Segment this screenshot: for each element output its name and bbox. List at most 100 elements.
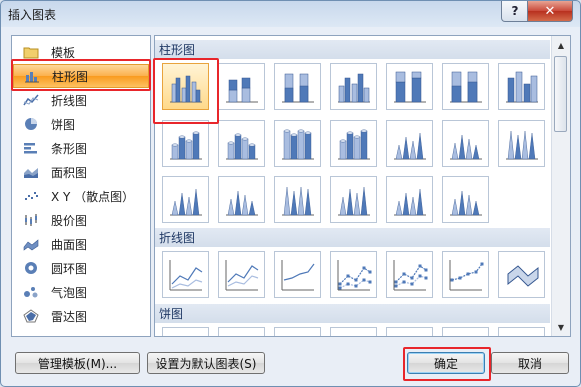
doughnut-chart-icon bbox=[21, 260, 41, 276]
chart-thumbnail-icon bbox=[337, 129, 370, 159]
chart-subtype-thumbnail[interactable] bbox=[330, 327, 377, 336]
category-item[interactable]: 模板 bbox=[13, 40, 149, 64]
pie-chart-icon bbox=[21, 116, 41, 132]
cancel-button[interactable]: 取消 bbox=[491, 352, 569, 374]
chart-thumbnail-icon bbox=[164, 330, 208, 338]
chart-thumbnail-icon bbox=[449, 259, 483, 290]
scrollbar-thumb[interactable] bbox=[554, 56, 567, 132]
chart-subtype-thumbnail[interactable] bbox=[218, 63, 265, 110]
chart-gallery: ▲ ▼ 柱形图折线图饼图 bbox=[154, 35, 571, 337]
chart-subtype-thumbnail[interactable] bbox=[386, 63, 433, 110]
gallery-section-header: 饼图 bbox=[155, 304, 550, 323]
chart-thumbnail-icon bbox=[281, 259, 314, 290]
category-item[interactable]: 面积图 bbox=[13, 160, 149, 184]
category-item[interactable]: 条形图 bbox=[13, 136, 149, 160]
chart-subtype-thumbnail[interactable] bbox=[162, 63, 209, 110]
gallery-section-header: 柱形图 bbox=[155, 40, 550, 59]
chart-subtype-thumbnail[interactable] bbox=[274, 251, 321, 298]
chart-subtype-thumbnail[interactable] bbox=[330, 120, 377, 167]
category-item[interactable]: 折线图 bbox=[13, 88, 149, 112]
chart-subtype-thumbnail[interactable] bbox=[330, 63, 377, 110]
chart-subtype-thumbnail[interactable] bbox=[274, 176, 321, 223]
scroll-down-arrow-icon[interactable]: ▼ bbox=[553, 319, 569, 335]
help-button[interactable]: ? bbox=[501, 1, 529, 22]
category-item[interactable]: 柱形图 bbox=[13, 64, 149, 88]
ok-button[interactable]: 确定 bbox=[407, 352, 485, 374]
chart-subtype-thumbnail[interactable] bbox=[162, 327, 209, 338]
chart-subtype-thumbnail[interactable] bbox=[442, 251, 489, 298]
chart-subtype-thumbnail[interactable] bbox=[442, 327, 489, 338]
category-item[interactable]: X Y （散点图） bbox=[13, 184, 149, 208]
bar-chart-icon bbox=[21, 140, 41, 156]
chart-thumbnail-icon bbox=[225, 190, 258, 215]
chart-subtype-thumbnail[interactable] bbox=[218, 327, 265, 338]
chart-thumbnail-icon bbox=[393, 259, 427, 290]
chart-subtype-thumbnail[interactable] bbox=[386, 176, 433, 223]
chart-subtype-thumbnail[interactable] bbox=[498, 63, 545, 110]
chart-subtype-thumbnail[interactable] bbox=[274, 63, 321, 110]
chart-thumbnail-icon bbox=[500, 330, 544, 338]
column-chart-icon bbox=[22, 68, 42, 84]
close-button[interactable]: ✕ bbox=[527, 1, 573, 22]
chart-thumbnail-icon bbox=[169, 188, 202, 215]
chart-subtype-thumbnail[interactable] bbox=[274, 120, 321, 167]
title-bar[interactable]: 插入图表 ? ✕ bbox=[1, 1, 580, 27]
chart-thumbnail-icon bbox=[444, 330, 488, 338]
chart-subtype-thumbnail[interactable] bbox=[386, 327, 433, 338]
chart-subtype-thumbnail[interactable] bbox=[218, 120, 265, 167]
chart-subtype-thumbnail[interactable] bbox=[498, 327, 545, 338]
category-item[interactable]: 圆环图 bbox=[13, 256, 149, 280]
chart-thumbnail-icon bbox=[505, 71, 538, 102]
category-label: 折线图 bbox=[51, 93, 88, 108]
gallery-scrollbar[interactable]: ▲ ▼ bbox=[551, 36, 570, 336]
chart-subtype-thumbnail[interactable] bbox=[442, 120, 489, 167]
category-item[interactable]: 雷达图 bbox=[13, 304, 149, 328]
chart-subtype-thumbnail[interactable] bbox=[218, 176, 265, 223]
category-label: 雷达图 bbox=[51, 309, 88, 324]
category-item[interactable]: 饼图 bbox=[13, 112, 149, 136]
category-item[interactable]: 曲面图 bbox=[13, 232, 149, 256]
manage-templates-button[interactable]: 管理模板(M)... bbox=[15, 352, 140, 374]
chart-thumbnail-icon bbox=[388, 330, 432, 338]
chart-subtype-thumbnail[interactable] bbox=[442, 63, 489, 110]
chart-thumbnail-icon bbox=[281, 73, 314, 102]
category-label: 面积图 bbox=[51, 165, 88, 180]
chart-subtype-thumbnail[interactable] bbox=[218, 251, 265, 298]
chart-thumbnail-icon bbox=[281, 186, 314, 215]
gallery-section-header: 折线图 bbox=[155, 228, 550, 247]
chart-subtype-thumbnail[interactable] bbox=[162, 120, 209, 167]
chart-subtype-thumbnail[interactable] bbox=[330, 176, 377, 223]
chart-thumbnail-icon bbox=[276, 330, 320, 338]
chart-subtype-thumbnail[interactable] bbox=[442, 176, 489, 223]
category-item[interactable]: 股价图 bbox=[13, 208, 149, 232]
chart-thumbnail-icon bbox=[169, 259, 202, 290]
chart-subtype-thumbnail[interactable] bbox=[162, 176, 209, 223]
chart-thumbnail-icon bbox=[169, 131, 202, 159]
area-chart-icon bbox=[21, 164, 41, 180]
category-label: 曲面图 bbox=[51, 237, 88, 252]
chart-thumbnail-icon bbox=[393, 132, 426, 159]
chart-thumbnail-icon bbox=[337, 259, 371, 290]
category-item[interactable]: 气泡图 bbox=[13, 280, 149, 304]
chart-subtype-thumbnail[interactable] bbox=[386, 120, 433, 167]
category-label: 股价图 bbox=[51, 213, 88, 228]
chart-thumbnail-icon bbox=[449, 134, 482, 159]
surface-chart-icon bbox=[21, 236, 41, 252]
bubble-chart-icon bbox=[21, 284, 41, 300]
chart-subtype-thumbnail[interactable] bbox=[386, 251, 433, 298]
chart-subtype-thumbnail[interactable] bbox=[498, 120, 545, 167]
chart-category-list: 模板 柱形图折线图饼图条形图面积图 X Y （散点图） 股价图曲面图圆环图 气泡图雷达图 bbox=[11, 35, 151, 337]
scroll-up-arrow-icon[interactable]: ▲ bbox=[553, 37, 569, 53]
chart-subtype-thumbnail[interactable] bbox=[330, 251, 377, 298]
chart-thumbnail-icon bbox=[220, 330, 264, 338]
line-chart-icon bbox=[21, 92, 41, 108]
chart-thumbnail-icon bbox=[281, 129, 314, 159]
chart-subtype-thumbnail[interactable] bbox=[498, 251, 545, 298]
category-label: 饼图 bbox=[51, 117, 76, 132]
chart-thumbnail-icon bbox=[225, 259, 258, 290]
radar-chart-icon bbox=[21, 308, 41, 324]
folder-icon bbox=[21, 44, 41, 60]
chart-subtype-thumbnail[interactable] bbox=[274, 327, 321, 338]
chart-subtype-thumbnail[interactable] bbox=[162, 251, 209, 298]
set-default-chart-button[interactable]: 设置为默认图表(S) bbox=[147, 352, 265, 374]
